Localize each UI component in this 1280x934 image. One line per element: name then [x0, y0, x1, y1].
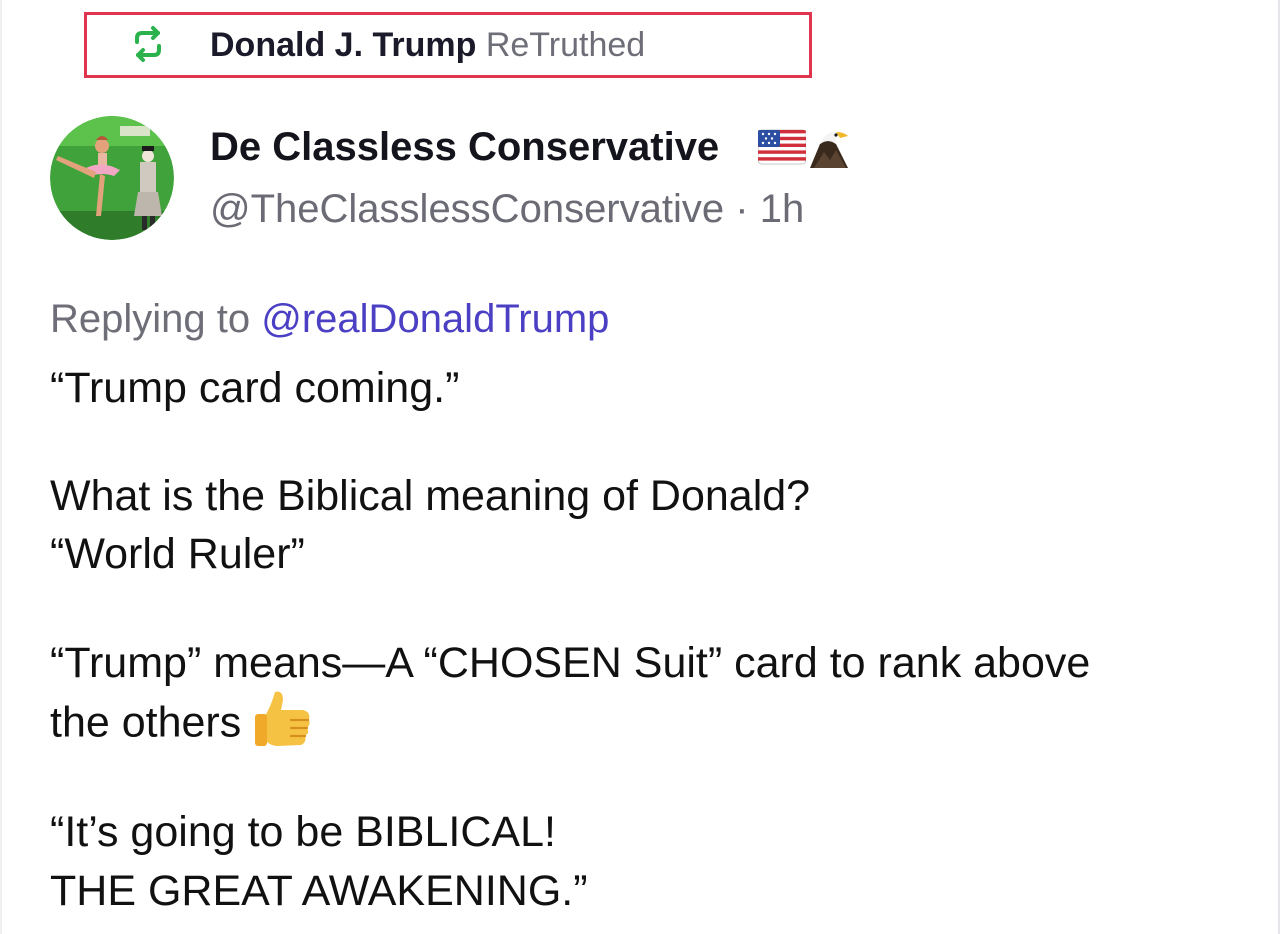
retruth-user-name[interactable]: Donald J. Trump: [210, 26, 476, 64]
post-text-line: THE GREAT AWAKENING.”: [50, 867, 588, 915]
post-timestamp[interactable]: 1h: [760, 187, 805, 231]
replying-prefix: Replying to: [50, 297, 251, 341]
author-display-name[interactable]: De Classless Conservative: [210, 122, 719, 172]
eagle-icon: [810, 132, 848, 168]
author-handle[interactable]: @TheClasslessConservative: [210, 187, 724, 231]
meta-separator: ·: [735, 187, 749, 231]
post-text-line: “Trump card coming.”: [50, 364, 460, 412]
retruth-line: Donald J. Trump ReTruthed: [210, 23, 645, 67]
author-badges: [758, 122, 854, 170]
avatar[interactable]: [50, 116, 174, 240]
retruth-label: ReTruthed: [485, 26, 646, 64]
post-text-line: the others: [50, 698, 242, 747]
replying-to-line: Replying to @realDonaldTrump: [50, 294, 609, 344]
author-meta: @TheClasslessConservative · 1h: [210, 184, 804, 234]
left-divider: [0, 0, 2, 934]
post-text-line: “Trump” means—A “CHOSEN Suit” card to ra…: [50, 639, 1091, 687]
post-text-line: What is the Biblical meaning of Donald?: [50, 472, 811, 520]
post-text-line: “It’s going to be BIBLICAL!: [50, 808, 556, 856]
post-text-line-with-emoji: the others: [50, 691, 313, 756]
retruth-icon: [135, 26, 161, 62]
replying-mention-link[interactable]: @realDonaldTrump: [261, 297, 609, 341]
us-flag-icon: [758, 129, 806, 165]
post-text-line: “World Ruler”: [50, 530, 305, 578]
thumbs-up-icon: [255, 691, 310, 746]
truth-post: Donald J. Trump ReTruthed De Classless C…: [0, 0, 1280, 934]
